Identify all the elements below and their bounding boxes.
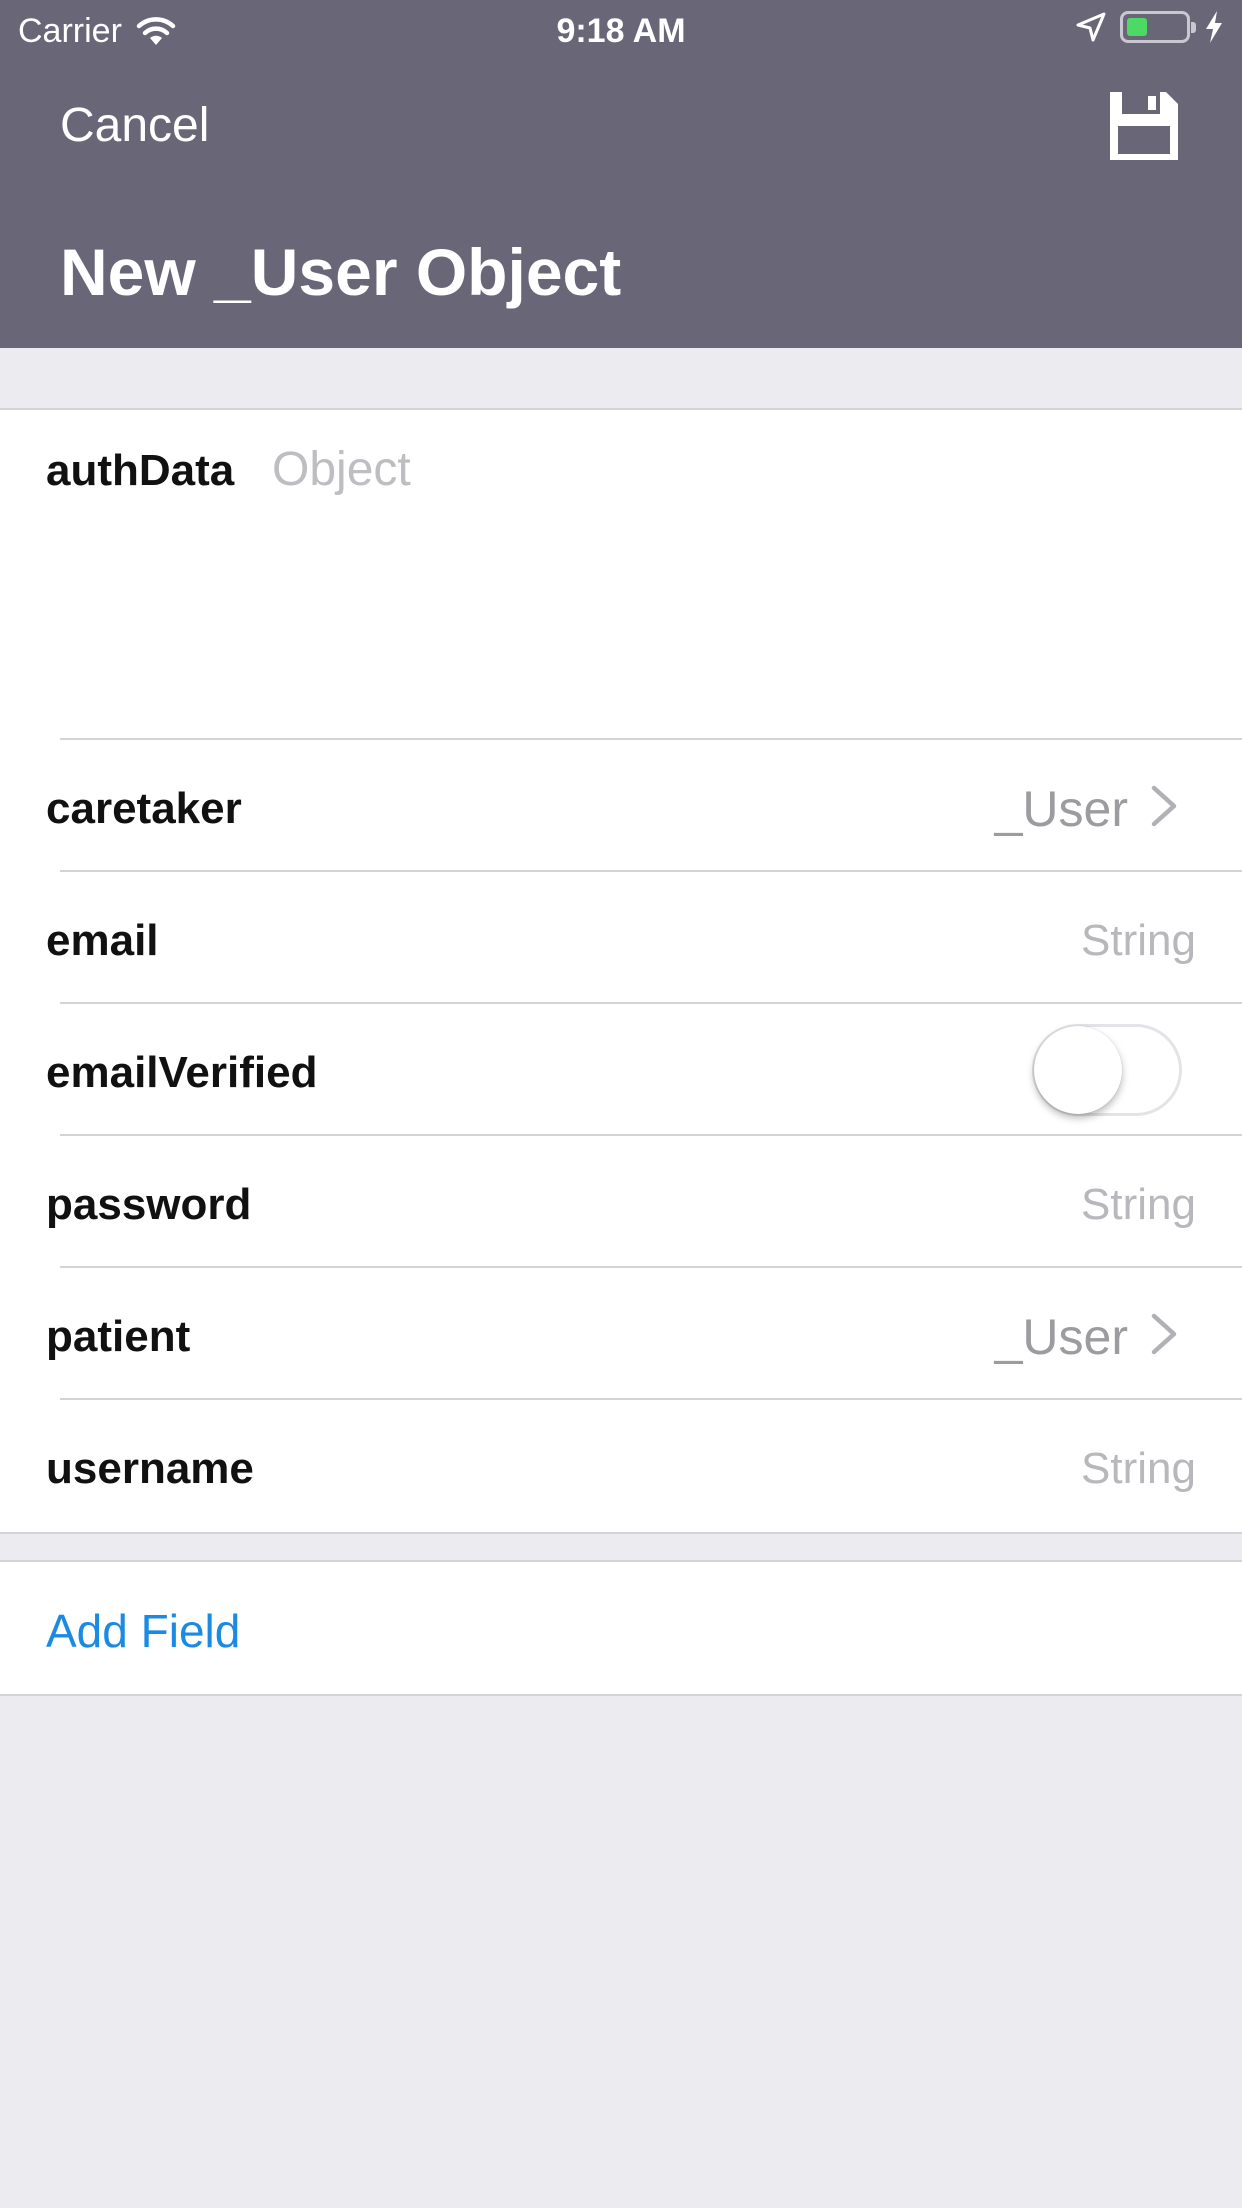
chevron-right-icon (1151, 785, 1177, 827)
navigation-header: Carrier 9:18 AM Cancel New _User Object (0, 0, 1242, 348)
field-label: caretaker (46, 784, 242, 833)
field-label: emailVerified (46, 1048, 318, 1097)
field-label: email (46, 916, 159, 965)
battery-icon (1120, 11, 1196, 43)
chevron-right-icon (1151, 1313, 1177, 1355)
pointer-value: _User (994, 1309, 1128, 1365)
floppy-disk-save-icon[interactable] (1106, 88, 1182, 164)
object-input[interactable]: Object (272, 442, 411, 497)
username-input[interactable]: String (1081, 1444, 1196, 1494)
status-right-icons (1076, 10, 1224, 44)
charging-bolt-icon (1206, 11, 1222, 43)
field-row-patient[interactable]: patient _User (0, 1268, 1242, 1400)
field-row-caretaker[interactable]: caretaker _User (0, 740, 1242, 872)
add-field-button[interactable]: Add Field (46, 1604, 240, 1658)
toggle-knob (1034, 1026, 1122, 1114)
page-title: New _User Object (60, 235, 622, 309)
email-input[interactable]: String (1081, 916, 1196, 966)
field-label: username (46, 1444, 254, 1493)
status-bar: Carrier 9:18 AM (0, 0, 1242, 60)
pointer-value: _User (994, 781, 1128, 837)
field-label: authData (46, 446, 235, 495)
email-verified-toggle[interactable] (1032, 1024, 1182, 1116)
password-input[interactable]: String (1081, 1180, 1196, 1230)
field-row-email[interactable]: email String (0, 872, 1242, 1004)
cancel-button[interactable]: Cancel (60, 98, 209, 153)
field-label: patient (46, 1312, 191, 1361)
battery-level (1127, 18, 1147, 36)
screen: Carrier 9:18 AM Cancel New _User Object … (0, 0, 1242, 2208)
field-row-authdata[interactable]: authData Object (0, 410, 1242, 740)
location-arrow-icon (1076, 12, 1106, 42)
field-row-password[interactable]: password String (0, 1136, 1242, 1268)
field-label: password (46, 1180, 252, 1229)
status-time: 9:18 AM (556, 12, 686, 50)
field-row-emailverified: emailVerified (0, 1004, 1242, 1136)
field-row-username[interactable]: username String (0, 1400, 1242, 1532)
add-field-section: Add Field (0, 1560, 1242, 1696)
fields-list: authData Object caretaker _User email St… (0, 408, 1242, 1534)
